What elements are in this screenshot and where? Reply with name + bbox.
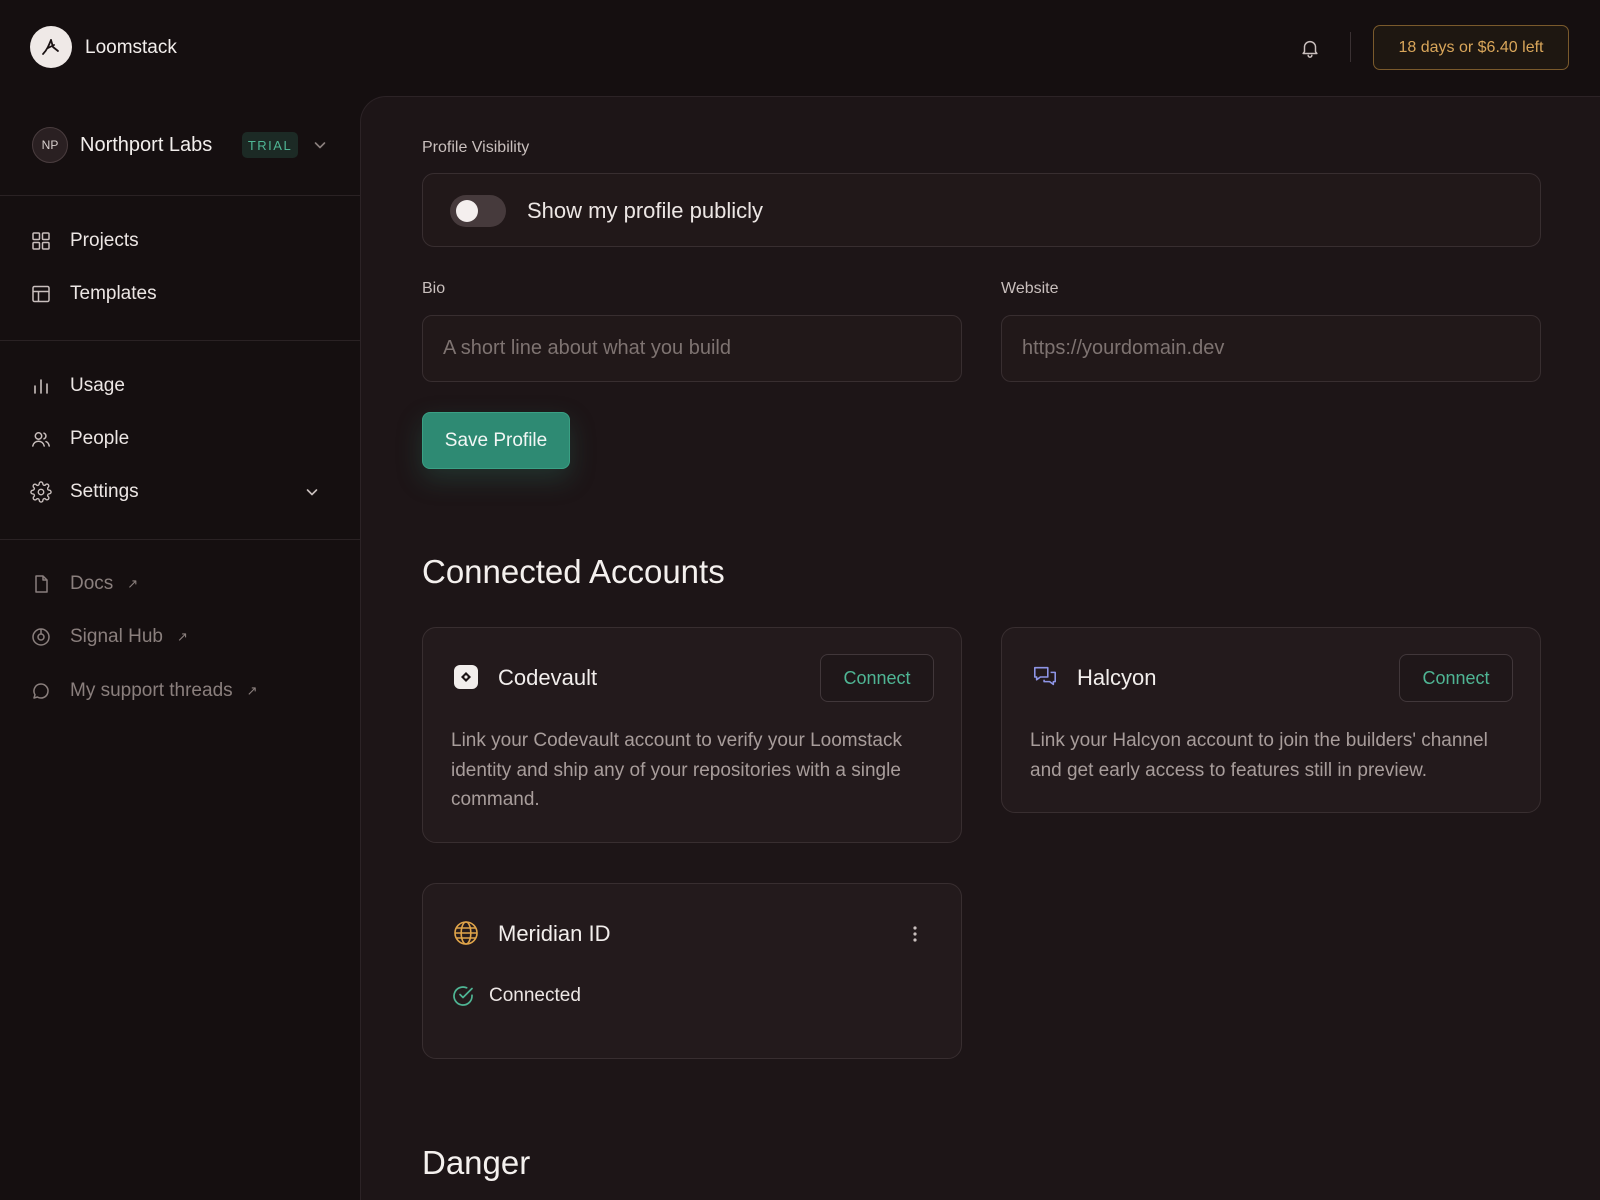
connected-accounts-title: Connected Accounts	[422, 553, 725, 590]
codevault-card: Codevault Connect Link your Codevault ac…	[422, 627, 962, 843]
codevault-connect-button[interactable]: Connect	[820, 654, 934, 702]
users-icon	[30, 428, 52, 450]
account-description: Link your Halcyon account to join the bu…	[1030, 730, 1488, 781]
danger-section-title: Danger	[422, 1144, 531, 1181]
top-bar: Loomstack 18 days or $6.40 left	[0, 0, 1600, 96]
toggle-knob	[456, 200, 478, 222]
chat-icon	[30, 680, 52, 702]
main-panel: Profile Visibility Show my profile publi…	[360, 96, 1600, 1200]
logo-icon	[42, 39, 59, 55]
notifications-bell-icon[interactable]	[1296, 34, 1324, 62]
account-name: Meridian ID	[498, 921, 611, 946]
meridian-id-card: Meridian ID Connected	[422, 883, 962, 1059]
sidebar-item-label: Projects	[70, 230, 139, 251]
app-root: Loomstack 18 days or $6.40 left NP North…	[0, 0, 1600, 1200]
sidebar-item-label: People	[70, 428, 130, 449]
sidebar: NP Northport Labs TRIAL Projects Templat…	[0, 96, 360, 1200]
top-divider	[1350, 32, 1351, 62]
sidebar-item-settings[interactable]: Settings	[30, 472, 340, 512]
sidebar-item-docs[interactable]: Docs ↗	[30, 564, 340, 604]
gear-icon	[30, 481, 52, 503]
account-description: Link your Codevault account to verify yo…	[451, 730, 902, 810]
sidebar-divider	[0, 195, 360, 196]
account-name: Codevault	[498, 665, 598, 690]
signal-icon	[30, 626, 52, 648]
profile-visibility-toggle[interactable]	[450, 195, 506, 227]
sidebar-item-signal-hub[interactable]: Signal Hub ↗	[30, 617, 340, 657]
app-name: Loomstack	[85, 37, 177, 58]
org-name: Northport Labs	[80, 134, 213, 156]
sidebar-item-support-threads[interactable]: My support threads ↗	[30, 671, 340, 711]
external-link-icon: ↗	[176, 629, 188, 644]
sidebar-divider	[0, 539, 360, 540]
trial-badge: TRIAL	[242, 132, 298, 158]
chevron-down-icon	[314, 142, 326, 149]
website-input[interactable]	[1001, 315, 1541, 382]
sidebar-item-people[interactable]: People	[30, 419, 340, 459]
file-icon	[30, 573, 52, 595]
org-switcher[interactable]: NP Northport Labs TRIAL	[32, 126, 360, 164]
sidebar-item-label: My support threads	[70, 680, 233, 701]
grid-icon	[30, 230, 52, 252]
external-link-icon: ↗	[127, 576, 139, 591]
external-link-icon: ↗	[246, 683, 258, 698]
halcyon-chat-icon	[1032, 664, 1058, 690]
more-options-icon[interactable]	[911, 924, 919, 944]
account-name: Halcyon	[1077, 665, 1157, 690]
save-profile-button[interactable]: Save Profile	[422, 412, 570, 469]
sidebar-item-templates[interactable]: Templates	[30, 274, 340, 314]
check-circle-icon	[453, 986, 473, 1006]
bio-label: Bio	[422, 280, 446, 297]
connection-status: Connected	[489, 985, 581, 1006]
sidebar-item-label: Settings	[70, 481, 139, 502]
website-label: Website	[1001, 280, 1059, 297]
sidebar-item-usage[interactable]: Usage	[30, 366, 340, 406]
sidebar-item-label: Usage	[70, 375, 125, 396]
profile-visibility-text: Show my profile publicly	[527, 198, 763, 223]
layout-icon	[30, 283, 52, 305]
sidebar-divider	[0, 340, 360, 341]
app-logo[interactable]	[30, 26, 72, 68]
profile-visibility-label: Profile Visibility	[422, 139, 530, 156]
org-avatar: NP	[32, 127, 68, 163]
bar-chart-icon	[30, 375, 52, 397]
sidebar-item-label: Signal Hub	[70, 626, 163, 647]
sidebar-item-label: Templates	[70, 283, 157, 304]
globe-icon	[453, 920, 479, 946]
trial-status-button[interactable]: 18 days or $6.40 left	[1373, 25, 1569, 70]
halcyon-card: Halcyon Connect Link your Halcyon accoun…	[1001, 627, 1541, 813]
chevron-down-icon	[306, 489, 318, 496]
bio-input[interactable]	[422, 315, 962, 382]
profile-visibility-box: Show my profile publicly	[422, 173, 1541, 247]
codevault-icon	[453, 664, 479, 690]
sidebar-item-projects[interactable]: Projects	[30, 221, 340, 261]
sidebar-item-label: Docs	[70, 573, 114, 594]
halcyon-connect-button[interactable]: Connect	[1399, 654, 1513, 702]
